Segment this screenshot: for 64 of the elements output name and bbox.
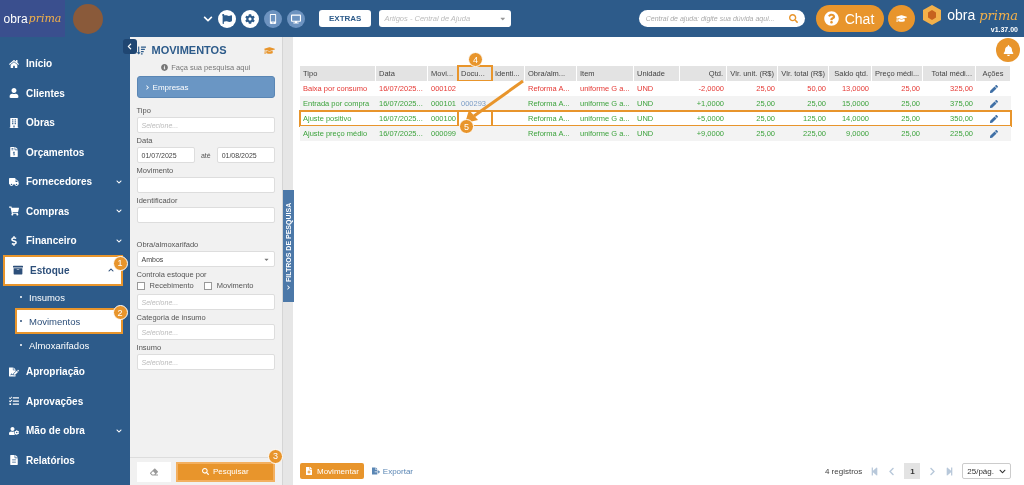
avatar — [73, 3, 103, 34]
dollar-icon — [9, 235, 19, 246]
sidebar-item[interactable]: Fornecedores — [0, 167, 130, 197]
sidebar-item[interactable]: Início — [0, 49, 130, 79]
export-link[interactable]: Exportar — [371, 466, 414, 476]
document-icon — [371, 467, 380, 475]
chevron-icon — [126, 43, 134, 50]
person-icon — [9, 88, 19, 99]
checklist-icon — [9, 396, 19, 407]
sidebar-item[interactable]: Financeiro — [0, 226, 130, 256]
document-icon — [305, 467, 313, 475]
desktop-icon[interactable] — [287, 9, 305, 28]
flag-icon[interactable] — [218, 9, 236, 28]
cart-icon — [9, 206, 19, 217]
logo[interactable]: obraprima — [0, 0, 65, 37]
sidebar-item[interactable]: Obras — [0, 108, 130, 138]
sidebar-item[interactable]: Aprovações — [0, 386, 130, 416]
dollar-document-icon — [9, 147, 19, 158]
sidebar-item[interactable]: Orçamentos — [0, 137, 130, 167]
truck-icon — [9, 176, 19, 187]
sort-icon — [136, 45, 146, 55]
collapse-button[interactable] — [122, 39, 137, 54]
question-icon — [823, 11, 839, 26]
caret-icon — [115, 237, 122, 244]
input-field[interactable] — [136, 177, 275, 193]
sidebar-item[interactable]: Relatórios — [0, 445, 130, 475]
chevron-icon — [999, 467, 1006, 475]
chevron-icon — [286, 284, 291, 290]
eraser-icon — [149, 467, 158, 476]
page-size-select[interactable]: 25/pág. — [962, 463, 1011, 479]
cube-logo-icon — [921, 4, 944, 26]
mobile-icon[interactable] — [264, 9, 282, 28]
archive-box-icon — [13, 265, 23, 276]
sidebar-item[interactable]: Compras — [0, 196, 130, 226]
record-count: 4 registros — [824, 466, 863, 476]
sidebar-item[interactable]: Mão de obra — [0, 416, 130, 446]
bell-icon[interactable] — [996, 38, 1020, 62]
caret-icon — [107, 267, 114, 274]
chevron-icon — [144, 84, 150, 90]
input-field[interactable] — [136, 207, 275, 223]
brand-name: obra prima — [947, 7, 1018, 23]
document-icon — [9, 455, 19, 466]
eraser-button[interactable] — [136, 461, 171, 482]
panel-title: MOVIMENTOS — [151, 44, 228, 56]
sidebar-subitem[interactable]: Almoxarifados — [0, 333, 130, 357]
table-cell — [458, 111, 492, 126]
home-icon — [9, 58, 19, 69]
graduation-cap-icon[interactable] — [888, 5, 916, 32]
info-icon — [161, 64, 169, 71]
person-gear-icon — [9, 425, 19, 436]
signed-document-icon — [9, 366, 19, 377]
search-icon[interactable] — [788, 14, 798, 23]
extras-button[interactable]: EXTRAS — [319, 10, 372, 27]
step-badge: 4 — [468, 52, 483, 67]
settings-icon[interactable] — [241, 9, 259, 28]
page-button[interactable]: 1 — [904, 463, 921, 479]
sidebar-item[interactable]: Apropriação — [0, 357, 130, 387]
caret-icon — [115, 427, 122, 434]
caret-icon[interactable] — [203, 13, 213, 24]
caret-icon — [115, 208, 122, 215]
buildings-icon — [9, 117, 19, 128]
caret-icon — [115, 178, 122, 185]
sidebar-item[interactable]: Clientes — [0, 78, 130, 108]
search-icon — [202, 468, 209, 475]
